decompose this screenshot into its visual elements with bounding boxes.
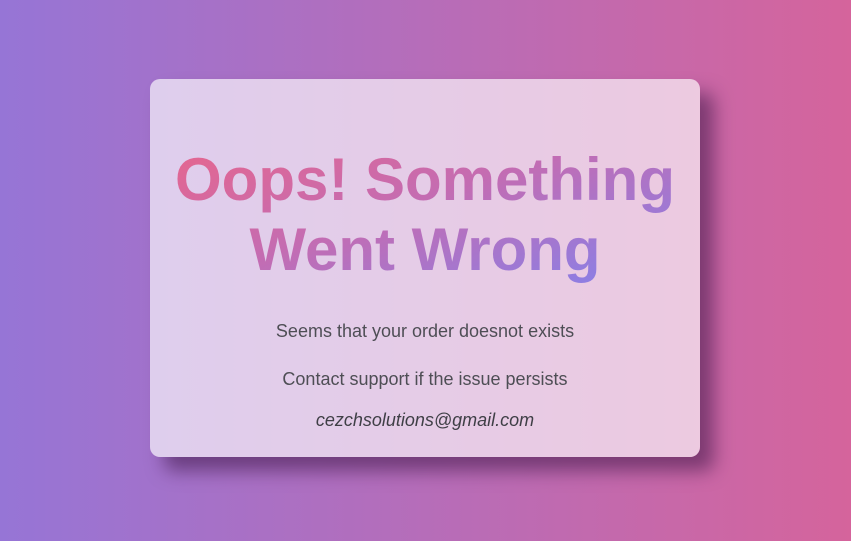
error-title-line1: Oops! Something <box>175 146 675 213</box>
error-message: Seems that your order doesnot exists <box>275 321 575 341</box>
error-title: Oops! Something Went Wrong <box>150 145 700 285</box>
error-title-line2: Went Wrong <box>249 216 601 283</box>
support-email: cezchsolutions@gmail.com <box>315 410 535 430</box>
error-card: Oops! Something Went Wrong Seems that yo… <box>150 79 700 457</box>
support-text: Contact support if the issue persists <box>282 369 568 389</box>
